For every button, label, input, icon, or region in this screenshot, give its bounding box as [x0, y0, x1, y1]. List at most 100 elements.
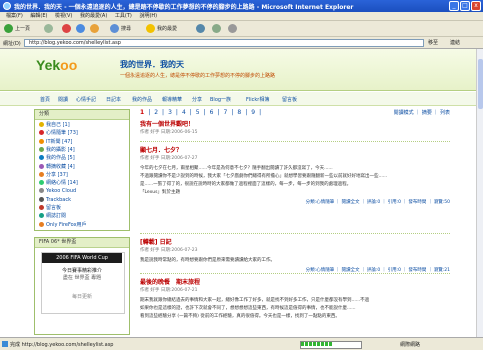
nav-guestbook[interactable]: 留言板: [282, 96, 297, 103]
category-item[interactable]: IT新聞 [47]: [39, 138, 72, 145]
post-divider: [140, 141, 450, 142]
category-item[interactable]: Only FireFox用戶: [39, 221, 87, 228]
vertical-scrollbar[interactable]: [476, 49, 483, 337]
menu-file[interactable]: 檔案(F): [6, 12, 23, 21]
site-header: Yekoo 我的世界．我的天 一個永遠追逐的人生，總是停不停歇的工作夢想的不停的…: [0, 49, 476, 91]
nav-reports[interactable]: 報導精華: [162, 96, 182, 103]
post-body-line: 看到這些經驗分享 (一篇不夠) 從前的工作經驗，真的很值得。今天也是一樣，找到了…: [140, 314, 340, 319]
page-link[interactable]: 9: [251, 109, 255, 116]
fifa-banner-line: 今日賽事精彩推介: [61, 268, 102, 274]
category-item[interactable]: 我的攝影 [4]: [39, 146, 75, 153]
minimize-button[interactable]: _: [449, 1, 459, 11]
forward-arrow-icon: [44, 24, 53, 33]
post-body-line: 期末我就跟你總結過去的事情和大家一起，總好像工作了好多，就是找不到好多工作，只是…: [140, 298, 370, 303]
page-link[interactable]: 6: [210, 109, 214, 116]
nav-home[interactable]: 首頁: [40, 96, 50, 103]
post: 最後的晚餐 期末旅程作者 好手 日期:2006-07-21 期末我就跟你總結過去的…: [140, 277, 450, 321]
forward-button[interactable]: [44, 24, 55, 34]
category-item[interactable]: 留言板: [39, 205, 61, 211]
nav-flickr[interactable]: Flickr相簿: [246, 96, 269, 103]
post-meta: 作者 好手 日期:2006-07-21: [140, 288, 198, 293]
nav-works[interactable]: 我的作品: [132, 96, 152, 103]
menu-help[interactable]: 說明(H): [139, 12, 157, 21]
home-button[interactable]: [90, 24, 101, 34]
post-body: 我是說我時常點的，有時想要跟你們是原來需要讀讀給大家的工作。: [140, 257, 450, 265]
fifa-title: FIFA 06* 世界盃: [35, 238, 129, 248]
post: [轉載] 日記作者 好手 日期:2006-07-23 我是說我時常點的，有時想要跟…: [140, 237, 450, 273]
page-link[interactable]: 2: [154, 109, 158, 116]
category-label: 網絡心情 [14]: [46, 180, 78, 187]
print-button[interactable]: [228, 24, 239, 34]
category-item[interactable]: 心情隨筆 [73]: [39, 130, 78, 136]
category-item[interactable]: Yekoo Cloud: [39, 188, 76, 194]
category-item[interactable]: 網誌訂閱: [39, 213, 66, 219]
search-icon: [110, 24, 119, 33]
nav-share[interactable]: 分享: [192, 96, 202, 103]
nav-blog-family[interactable]: Blog一族: [210, 96, 231, 103]
category-label: 我的攝影 [4]: [46, 146, 75, 153]
menu-view[interactable]: 檢視(V): [55, 12, 72, 21]
page-link[interactable]: 4: [182, 109, 186, 116]
security-zone: 網際網路: [400, 342, 421, 348]
site-title[interactable]: 我的世界．我的天: [120, 59, 184, 70]
post-footer-links[interactable]: 分類:心情隨筆 ｜ 閱讀全文 ｜ 評論:0 ｜ 引用:0 ｜ 發布時間 ｜ 瀏覽…: [140, 199, 450, 205]
page-link[interactable]: 8: [237, 109, 241, 116]
post-divider: [140, 273, 450, 274]
post-meta: 作者 好手 日期:2006-07-23: [140, 248, 198, 253]
post-meta: 作者 好手 日期:2006-07-27: [140, 156, 198, 161]
status-bar: 完成 http://blog.yekoo.com/shelleylist.asp…: [0, 337, 483, 350]
post-title[interactable]: 顯七月．七夕？: [140, 145, 450, 154]
window-title: 我的世界．我的天 - 一個永遠追逐的人生，總是踏不停歇的工作夢想的不停的腳步的上…: [14, 4, 354, 11]
page-link[interactable]: 1: [140, 109, 144, 116]
search-button[interactable]: 搜尋: [110, 24, 131, 34]
favorites-button[interactable]: 我的最愛: [146, 24, 177, 34]
nav-diary[interactable]: 日記本: [106, 96, 121, 103]
category-item[interactable]: Trackback: [39, 196, 71, 203]
fifa-banner-line: 盡在 世界盃 專題: [62, 275, 102, 281]
post-body-line: 「Lexus」對於主題: [140, 190, 180, 195]
fifa-banner[interactable]: 2006 FIFA World Cup 今日賽事精彩推介 盡在 世界盃 專題 每…: [41, 252, 125, 314]
post: 我有一個世界觀吧！ 作者 好手 日期:2006-06-15: [140, 119, 450, 135]
page-icon: [2, 341, 8, 347]
category-icon: [39, 155, 44, 161]
site-logo[interactable]: Yekoo: [36, 57, 77, 73]
page-separator: |: [217, 109, 220, 116]
category-icon: [39, 221, 44, 227]
refresh-button[interactable]: [76, 24, 87, 34]
view-mode-links[interactable]: 閱讀模式 ｜ 摘要 ｜ 列表: [394, 109, 450, 116]
progress-bar: [300, 341, 362, 349]
menu-tools[interactable]: 工具(T): [115, 12, 132, 21]
category-item[interactable]: 轉摘收藏 [4]: [39, 163, 75, 170]
category-label: 心情隨筆 [73]: [46, 130, 78, 137]
category-icon: [39, 163, 44, 169]
category-label: Only FireFox用戶: [46, 221, 87, 228]
post-body-line: 不過跟閱讀你不是少說到的時候，我大家「七夕戲劇你們總得有所擔心」就想學習要跟隨翻…: [140, 174, 388, 179]
history-button[interactable]: [196, 24, 207, 34]
address-input[interactable]: [24, 39, 424, 47]
post-title[interactable]: 我有一個世界觀吧！: [140, 119, 450, 128]
page-link[interactable]: 5: [196, 109, 200, 116]
mail-button[interactable]: [212, 24, 223, 34]
nav-diary-notes[interactable]: 心情手記: [76, 96, 96, 103]
category-label: 轉摘收藏 [4]: [46, 163, 75, 170]
page-separator: |: [189, 109, 192, 116]
category-item[interactable]: 我自己 [1]: [39, 122, 70, 128]
page-link[interactable]: 7: [224, 109, 228, 116]
stop-button[interactable]: [62, 24, 73, 34]
page-link[interactable]: 3: [168, 109, 172, 116]
category-item[interactable]: 我的作品 [5]: [39, 155, 75, 161]
post-title[interactable]: [轉載] 日記: [140, 237, 450, 246]
category-item[interactable]: 分享 [37]: [39, 171, 68, 178]
post-body-line: 如果你也是這樣的話，也許下次就會不同了，想想想想這些東西，有時候這是值得的事情，…: [140, 306, 356, 311]
post-title[interactable]: 最後的晚餐 期末旅程: [140, 277, 450, 286]
go-button[interactable]: 移至: [428, 39, 438, 47]
close-button[interactable]: x: [471, 1, 481, 11]
scrollbar-thumb[interactable]: [478, 59, 483, 109]
nav-read[interactable]: 閱讀: [58, 96, 68, 103]
links-button[interactable]: 連結: [450, 39, 460, 47]
category-item[interactable]: 網絡心情 [14]: [39, 180, 78, 186]
back-button[interactable]: 上一頁: [4, 24, 30, 34]
menu-favorites[interactable]: 我的最愛(A): [80, 12, 107, 21]
menu-edit[interactable]: 編輯(E): [30, 12, 47, 21]
maximize-button[interactable]: □: [460, 1, 470, 11]
